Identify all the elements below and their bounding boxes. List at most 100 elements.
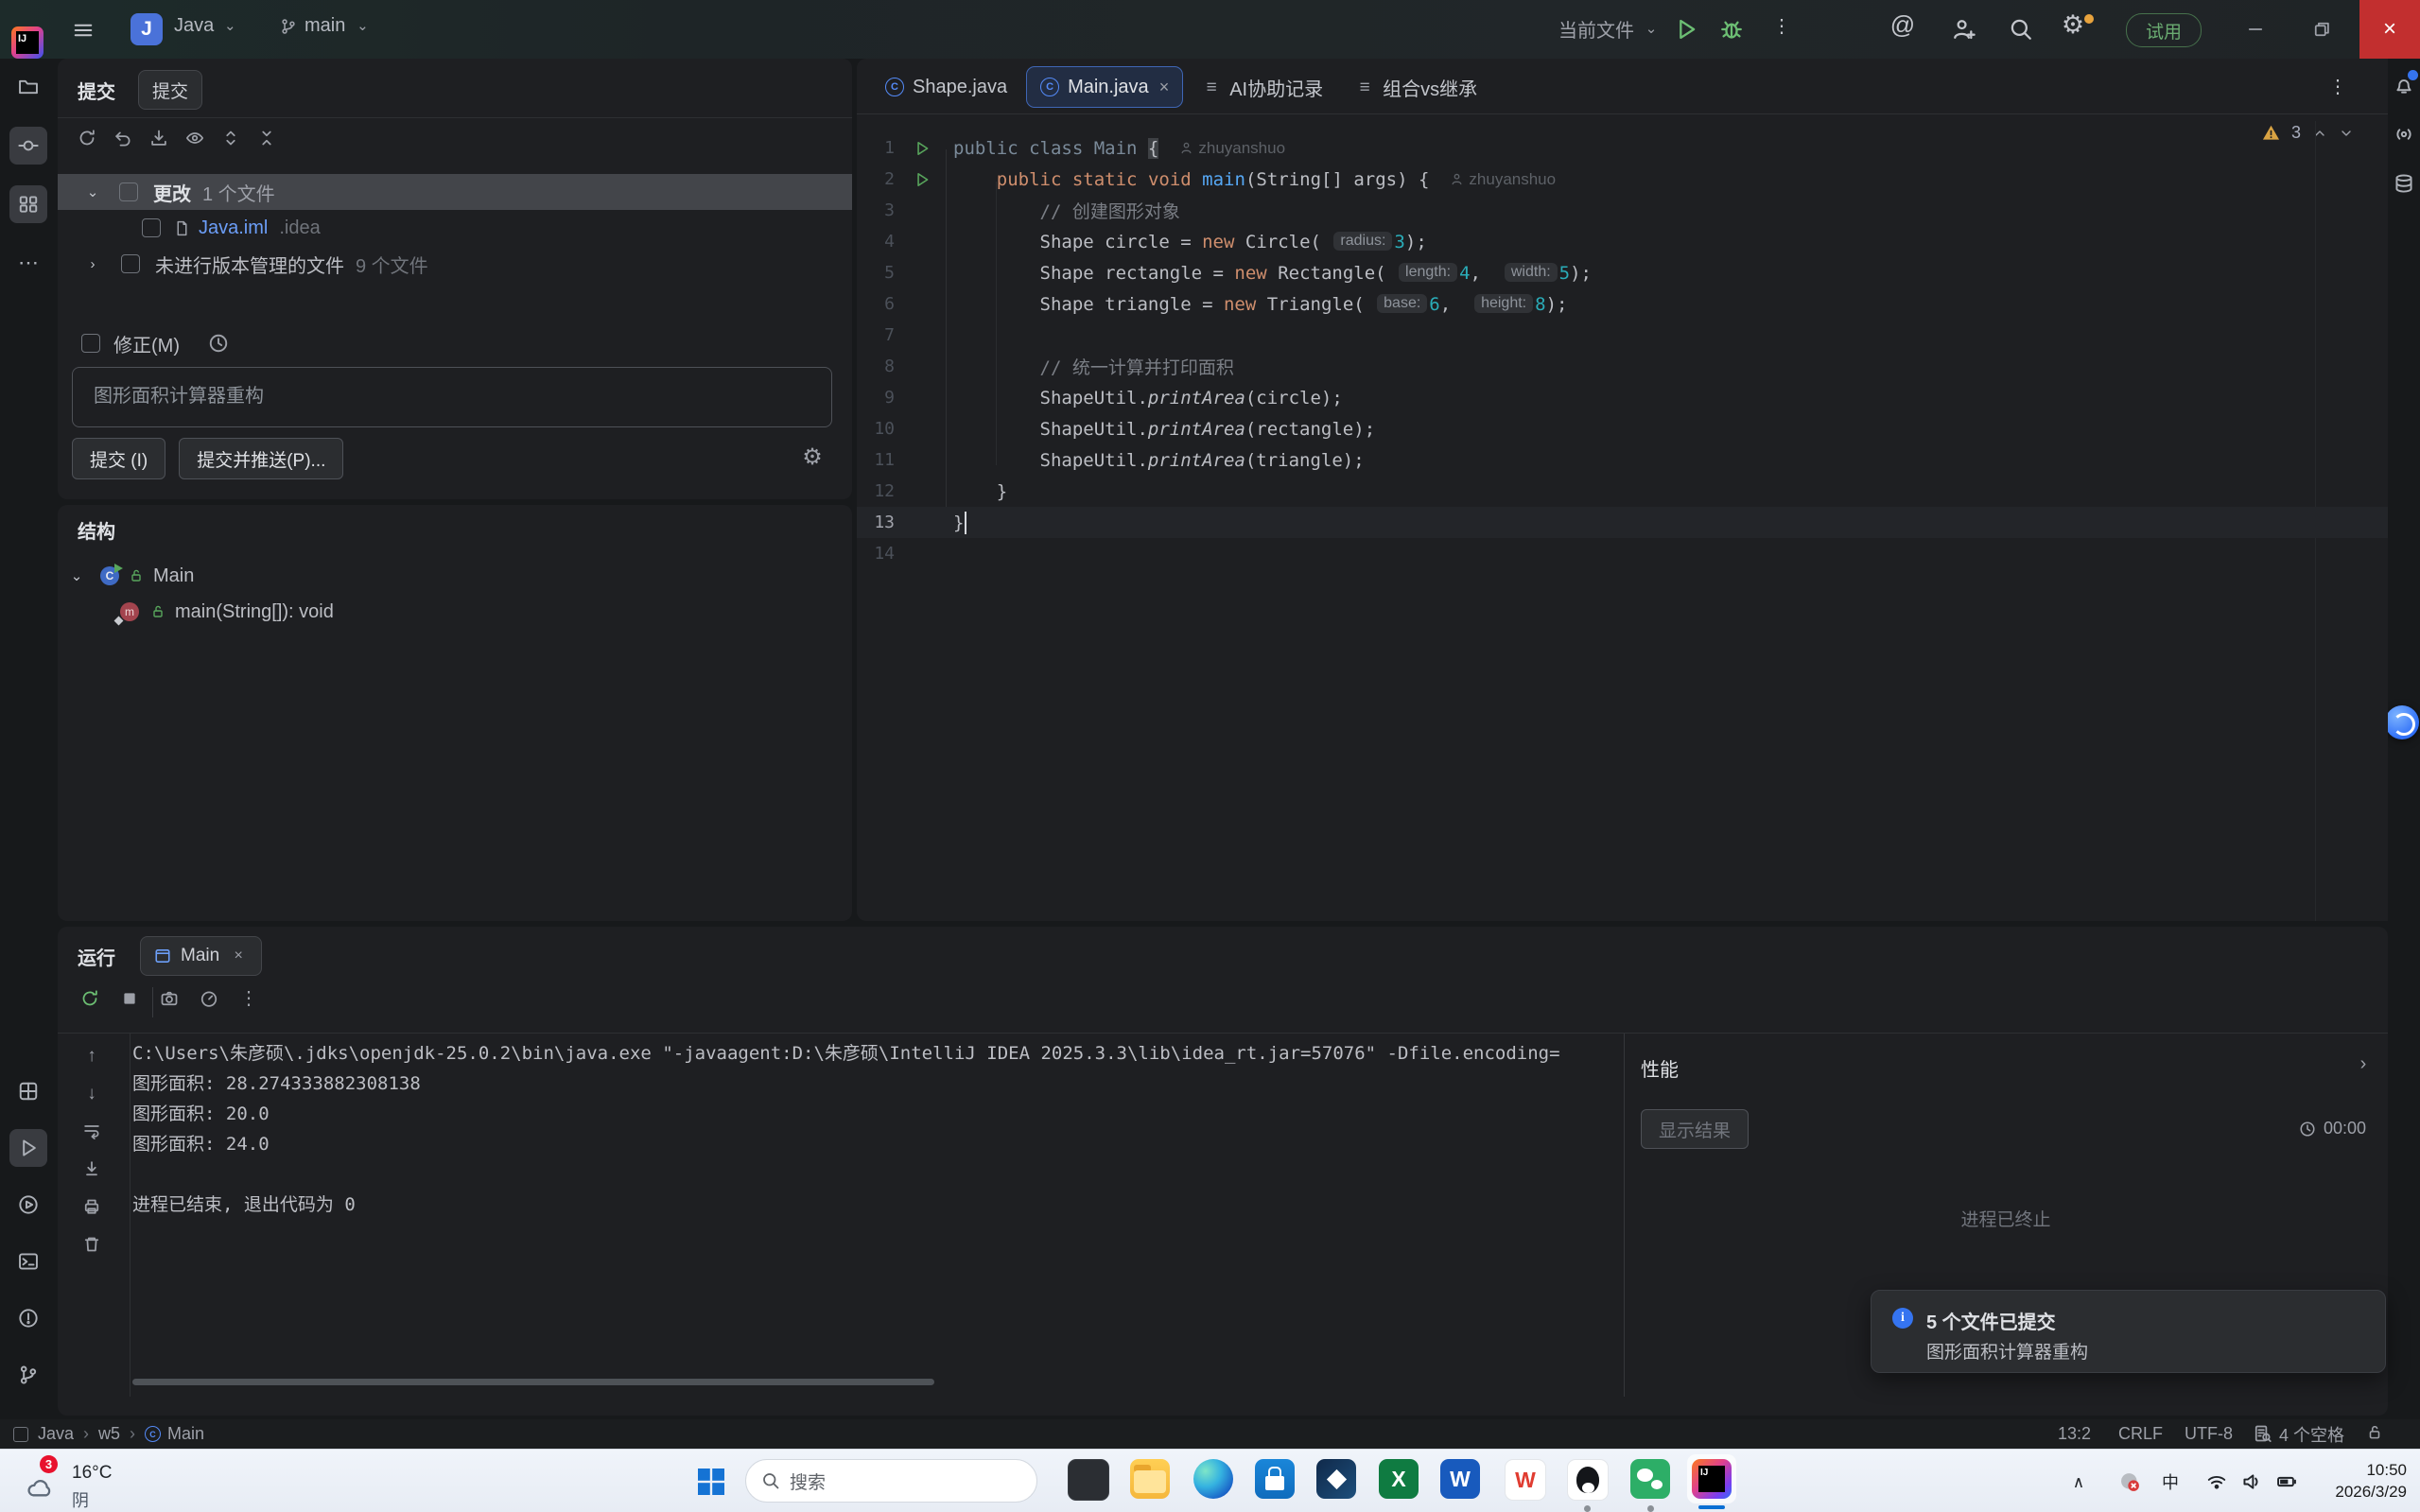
show-results-button[interactable]: 显示结果 [1641, 1109, 1749, 1149]
taskbar-app-wechat[interactable] [1630, 1459, 1670, 1499]
stripe-item-version-control[interactable] [9, 1356, 47, 1394]
taskbar-app-edge[interactable] [1193, 1459, 1233, 1499]
editor-tab-Shape.java[interactable]: CShape.java [872, 67, 1020, 107]
line-number[interactable]: 14 [857, 538, 895, 569]
expand-all-button[interactable] [221, 129, 240, 148]
chevron-right-icon[interactable]: › [2354, 1054, 2373, 1073]
close-button[interactable]: × [2359, 0, 2420, 59]
run-line-gutter-icon[interactable] [914, 132, 932, 164]
taskbar-app-qq[interactable] [1567, 1459, 1609, 1501]
code-with-me-button[interactable] [1952, 17, 1976, 42]
line-number[interactable]: 7 [857, 320, 895, 351]
indent-setting[interactable]: 4 个空格 [2279, 1422, 2344, 1447]
console-output[interactable]: C:\Users\朱彦硕\.jdks\openjdk-25.0.2\bin\ja… [132, 1038, 1623, 1388]
file-encoding[interactable]: UTF-8 [2185, 1424, 2233, 1444]
line-number[interactable]: 12 [857, 476, 895, 507]
branch-selector[interactable]: main ⌄ [280, 15, 372, 37]
close-icon[interactable]: × [1159, 78, 1170, 97]
tray-volume[interactable] [2240, 1470, 2263, 1493]
run-button[interactable] [1674, 17, 1698, 42]
tree-row-unversioned[interactable]: › 未进行版本管理的文件 9 个文件 [58, 246, 852, 282]
console-hscrollbar[interactable] [132, 1379, 934, 1385]
print-button[interactable] [82, 1197, 101, 1216]
start-button[interactable] [696, 1467, 726, 1497]
line-ending[interactable]: CRLF [2118, 1424, 2163, 1444]
taskbar-clock[interactable]: 10:50 2026/3/29 [2335, 1459, 2407, 1503]
taskbar-app-intellij-idea[interactable] [1692, 1459, 1732, 1499]
stripe-item-project[interactable] [9, 68, 47, 106]
settings-button[interactable]: ⚙ [2063, 15, 2092, 43]
taskbar-search[interactable]: 搜索 [745, 1459, 1037, 1503]
read-write-lock-icon[interactable] [2366, 1424, 2383, 1441]
shelve-button[interactable] [149, 129, 168, 148]
stripe-item-notifications[interactable] [2385, 66, 2420, 104]
commit-button[interactable]: 提交 (I) [72, 438, 165, 479]
collapse-all-button[interactable] [257, 129, 276, 148]
amend-checkbox[interactable] [81, 334, 100, 353]
editor-tab-AI协助记录[interactable]: ≡AI协助记录 [1189, 67, 1336, 107]
commit-and-push-button[interactable]: 提交并推送(P)... [179, 438, 343, 479]
run-configuration-selector[interactable]: 当前文件 ⌄ [1558, 15, 1661, 43]
notification-popup[interactable]: i 5 个文件已提交 图形面积计算器重构 [1871, 1290, 2386, 1373]
profiler-button[interactable] [200, 989, 218, 1008]
line-number[interactable]: 5 [857, 257, 895, 288]
minimize-button[interactable] [2234, 0, 2277, 59]
line-number[interactable]: 9 [857, 382, 895, 413]
rerun-button[interactable] [80, 989, 99, 1008]
main-menu-button[interactable] [72, 19, 95, 42]
taskbar-app-microsoft-store[interactable] [1255, 1459, 1295, 1499]
stripe-item-database[interactable] [2385, 165, 2420, 202]
tree-row-file[interactable]: Java.iml .idea [58, 210, 852, 246]
project-selector[interactable]: Java ⌄ [174, 15, 239, 37]
breadcrumb-module[interactable]: w5 [98, 1424, 120, 1444]
stripe-item-more[interactable]: ⋯ [9, 244, 47, 282]
scroll-to-end-button[interactable] [82, 1159, 101, 1178]
ai-assistant-button[interactable]: @ [1893, 15, 1912, 34]
run-tab-main[interactable]: Main × [140, 936, 262, 976]
stripe-item-ai-assistant[interactable] [2385, 115, 2420, 153]
stop-button[interactable] [120, 989, 139, 1008]
line-number[interactable]: 10 [857, 413, 895, 444]
run-line-gutter-icon[interactable] [914, 164, 932, 195]
commit-options-gear-icon[interactable]: ⚙ [803, 448, 822, 467]
tray-tray-expand[interactable]: ∧ [2067, 1470, 2090, 1493]
clear-button[interactable] [82, 1235, 101, 1254]
structure-row-class[interactable]: ⌄ C Main [58, 558, 852, 594]
tray-wifi[interactable] [2205, 1470, 2228, 1493]
down-button[interactable]: ↓ [82, 1084, 101, 1103]
file-checkbox[interactable] [142, 218, 161, 237]
taskbar-app-excel[interactable]: X [1379, 1459, 1419, 1499]
breadcrumb-project[interactable]: Java [38, 1424, 74, 1444]
caret-position[interactable]: 13:2 [2058, 1424, 2091, 1444]
line-number[interactable]: 6 [857, 288, 895, 320]
line-number[interactable]: 13 [857, 507, 895, 538]
soft-wrap-button[interactable] [82, 1121, 101, 1140]
taskbar-app-word[interactable]: W [1440, 1459, 1480, 1499]
code-author-hint[interactable]: zhuyanshuo [1450, 170, 1556, 189]
restore-button[interactable] [2300, 0, 2343, 59]
refresh-button[interactable] [78, 129, 96, 148]
debug-button[interactable] [1719, 17, 1744, 42]
snapshot-button[interactable] [160, 989, 179, 1008]
tree-row-changes[interactable]: ⌄ 更改 1 个文件 [58, 174, 852, 210]
tray-sync-error[interactable] [2118, 1470, 2141, 1493]
changes-checkbox[interactable] [119, 182, 138, 201]
tray-battery[interactable] [2275, 1470, 2298, 1493]
code-author-hint[interactable]: zhuyanshuo [1179, 139, 1285, 158]
line-number[interactable]: 4 [857, 226, 895, 257]
editor-tab-组合vs继承[interactable]: ≡组合vs继承 [1342, 67, 1490, 107]
stripe-item-commit[interactable] [9, 127, 47, 165]
preview-diff-button[interactable] [185, 129, 204, 148]
unversioned-checkbox[interactable] [121, 254, 140, 273]
line-number[interactable]: 11 [857, 444, 895, 476]
close-icon[interactable]: × [229, 947, 248, 965]
breadcrumb-file[interactable]: Main [167, 1424, 204, 1444]
line-number[interactable]: 8 [857, 351, 895, 382]
search-everywhere-button[interactable] [2009, 17, 2033, 42]
history-icon[interactable] [208, 333, 229, 354]
stripe-item-build[interactable] [9, 1072, 47, 1110]
ai-chat-floating-button[interactable] [2385, 705, 2419, 739]
stripe-item-services[interactable] [9, 1186, 47, 1224]
taskbar-app-diamond-app[interactable] [1316, 1459, 1356, 1499]
line-number[interactable]: 3 [857, 195, 895, 226]
